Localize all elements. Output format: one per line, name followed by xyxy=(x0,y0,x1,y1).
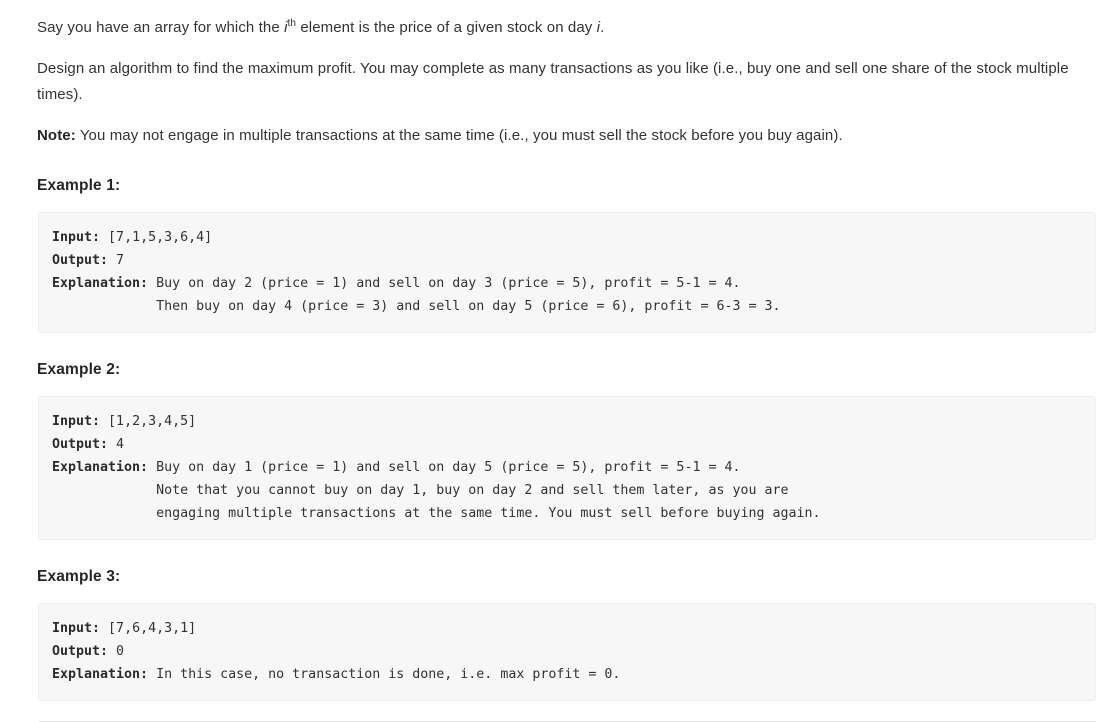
example-3-explanation-label: Explanation: xyxy=(52,667,149,682)
example-3-input-label: Input: xyxy=(52,621,101,636)
example-2-heading: Example 2: xyxy=(37,361,121,378)
ordinal-suffix: th xyxy=(287,18,297,29)
example-3-explanation-value: In this case, no transaction is done, i.… xyxy=(148,667,621,682)
problem-statement: Say you have an array for which the ith … xyxy=(37,0,1083,149)
example-2-explanation-label: Explanation: xyxy=(52,460,149,475)
example-2-input-label: Input: xyxy=(52,414,101,429)
note-text: You may not engage in multiple transacti… xyxy=(75,127,843,144)
example-1-code-block: Input: [7,1,5,3,6,4] Output: 7 Explanati… xyxy=(38,212,1096,333)
example-2-output-label: Output: xyxy=(52,437,109,452)
example-1-explanation-value: Buy on day 2 (price = 1) and sell on day… xyxy=(156,276,781,314)
example-2-code-block: Input: [1,2,3,4,5] Output: 4 Explanation… xyxy=(38,396,1096,540)
paragraph-array-definition: Say you have an array for which the ith … xyxy=(37,0,1083,41)
example-2-explanation-value: Buy on day 1 (price = 1) and sell on day… xyxy=(156,460,821,521)
example-1-output-value: 7 xyxy=(108,253,125,268)
example-1-input-value: [7,1,5,3,6,4] xyxy=(100,230,213,245)
example-2-input-value: [1,2,3,4,5] xyxy=(100,414,197,429)
problem-description-page: Say you have an array for which the ith … xyxy=(0,0,1112,722)
example-2-output-value: 4 xyxy=(108,437,125,452)
paragraph-design-algorithm: Design an algorithm to find the maximum … xyxy=(37,60,1069,103)
example-3-output-label: Output: xyxy=(52,644,109,659)
example-1-output-label: Output: xyxy=(52,253,109,268)
note-label: Note: xyxy=(37,127,76,144)
paragraph-text-before: Say you have an array for which the xyxy=(37,19,285,36)
paragraph-text-end: . xyxy=(600,19,605,36)
paragraph-text-after: element is the price of a given stock on… xyxy=(296,19,597,36)
example-3-code-block: Input: [7,6,4,3,1] Output: 0 Explanation… xyxy=(38,603,1096,701)
example-1-explanation-label: Explanation: xyxy=(52,276,149,291)
example-3-heading: Example 3: xyxy=(37,568,121,585)
example-1-heading: Example 1: xyxy=(37,177,121,194)
paragraph-note: Note: You may not engage in multiple tra… xyxy=(37,123,1083,149)
example-1-input-label: Input: xyxy=(52,230,101,245)
example-3-output-value: 0 xyxy=(108,644,125,659)
example-3-input-value: [7,6,4,3,1] xyxy=(100,621,197,636)
